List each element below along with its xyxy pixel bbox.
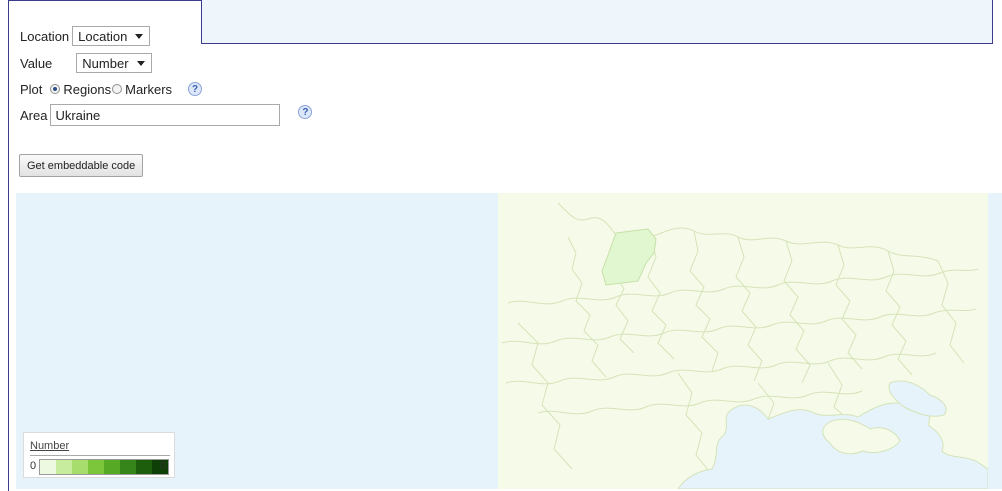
value-dropdown[interactable]: Number: [76, 53, 152, 73]
value-row: Value Number: [20, 53, 152, 73]
chevron-down-icon: [135, 33, 144, 39]
legend-swatch: [56, 460, 72, 474]
area-input[interactable]: [50, 104, 281, 126]
top-info-panel: [201, 0, 993, 44]
help-icon[interactable]: ?: [188, 82, 203, 96]
regions-radio[interactable]: [50, 84, 61, 94]
ukraine-map[interactable]: [498, 193, 988, 489]
plot-label: Plot: [20, 81, 43, 97]
help-icon[interactable]: ?: [298, 105, 313, 119]
get-embeddable-code-button[interactable]: Get embeddable code: [19, 154, 144, 177]
location-row: Location Location: [20, 26, 151, 46]
location-dropdown[interactable]: Location: [72, 26, 151, 46]
location-label: Location: [20, 28, 70, 44]
panel-top-border: [8, 0, 201, 1]
chevron-down-icon: [136, 60, 145, 66]
value-dropdown-value: Number: [82, 55, 129, 71]
location-dropdown-value: Location: [78, 28, 128, 44]
markers-radio[interactable]: [112, 84, 123, 94]
markers-radio-label[interactable]: Markers: [125, 82, 172, 97]
value-label: Value: [20, 55, 53, 71]
legend-title: Number: [30, 440, 70, 452]
legend-swatch: [88, 460, 104, 474]
plot-row: Plot Regions Markers ?: [20, 80, 203, 98]
legend-swatch: [72, 460, 88, 474]
legend-min-value: 0: [30, 460, 37, 472]
legend-divider: [30, 455, 170, 456]
legend-swatch: [136, 460, 152, 474]
area-label: Area: [20, 107, 48, 123]
area-row: Area ?: [20, 104, 313, 126]
legend-color-scale: [39, 459, 169, 475]
legend-swatch: [104, 460, 120, 474]
color-legend: Number 0 0: [23, 432, 175, 478]
regions-radio-label[interactable]: Regions: [63, 82, 111, 97]
legend-max-value: 0: [160, 460, 167, 472]
legend-swatch: [120, 460, 136, 474]
legend-swatch: [40, 460, 56, 474]
